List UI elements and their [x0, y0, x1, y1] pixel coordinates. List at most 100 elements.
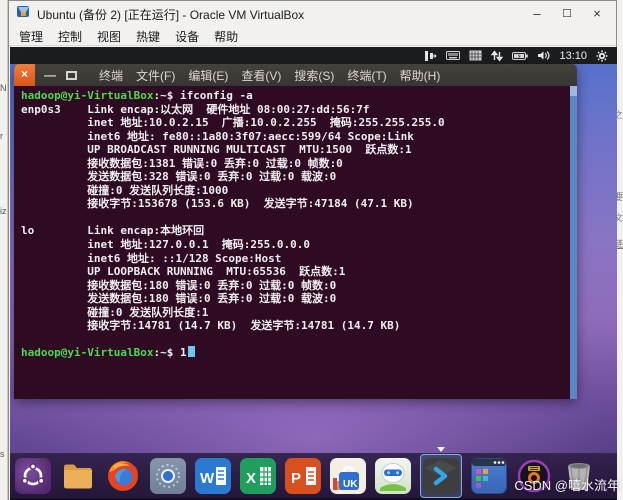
window-switcher-icon[interactable] — [471, 458, 507, 494]
terminal-menu-item[interactable]: 编辑(E) — [188, 67, 228, 84]
maximize-button[interactable]: ☐ — [552, 3, 582, 25]
terminal-output[interactable]: hadoop@yi-VirtualBox:~$ ifconfig -aenp0s… — [14, 86, 570, 399]
terminal-text: 接收数据包:1381 错误:0 丢弃:0 过载:0 帧数:0 — [21, 157, 343, 170]
terminal-menu-item[interactable]: 搜索(S) — [294, 67, 334, 84]
virtualbox-logo-icon — [16, 4, 31, 24]
host-text-fragment: 要 — [617, 190, 623, 203]
terminal-maximize-button[interactable] — [66, 71, 77, 80]
terminal-text: 接收字节:153678 (153.6 KB) 发送字节:47184 (47.1 … — [21, 197, 414, 210]
terminal-line: UP LOOPBACK RUNNING MTU:65536 跃点数:1 — [21, 265, 570, 279]
keyboard-grid-icon[interactable] — [469, 50, 482, 61]
terminal-close-button[interactable]: × — [14, 64, 35, 86]
vm-screen: 13:10 × — 终端文件(F)编辑(E — [10, 47, 617, 500]
scanner-app-icon[interactable] — [150, 458, 186, 494]
terminal-text: 发送数据包:180 错误:0 丢弃:0 过载:0 载波:0 — [21, 292, 336, 305]
host-text-fragment: iz — [0, 206, 7, 216]
vbox-menu-item[interactable]: 视图 — [97, 28, 121, 45]
terminal-line: 接收字节:14781 (14.7 KB) 发送字节:14781 (14.7 KB… — [21, 319, 570, 333]
kylin-assistant-icon[interactable] — [375, 458, 411, 494]
terminal-text: 发送数据包:328 错误:0 丢弃:0 过载:0 载波:0 — [21, 170, 336, 183]
terminal-line: hadoop@yi-VirtualBox:~$ ifconfig -a — [21, 89, 570, 103]
vbox-menu-item[interactable]: 帮助 — [214, 28, 238, 45]
host-text-fragment: 链 — [617, 237, 623, 250]
terminal-text: 接收数据包:180 错误:0 丢弃:0 过载:0 帧数:0 — [21, 279, 336, 292]
minimize-button[interactable]: – — [522, 3, 552, 25]
ubuntu-top-panel: 13:10 — [10, 47, 617, 64]
terminal-cursor — [188, 346, 195, 357]
terminal-menu-item[interactable]: 文件(F) — [136, 67, 175, 84]
terminal-line: enp0s3 Link encap:以太网 硬件地址 08:00:27:dd:5… — [21, 103, 570, 117]
terminal-line: 碰撞:0 发送队列长度:1 — [21, 306, 570, 320]
session-gear-icon[interactable] — [596, 50, 608, 62]
terminal-text: 碰撞:0 发送队列长度:1 — [21, 306, 208, 319]
terminal-text: UP LOOPBACK RUNNING MTU:65536 跃点数:1 — [21, 265, 345, 278]
vbox-menubar: 管理控制视图热键设备帮助 — [9, 27, 616, 46]
vbox-menu-item[interactable]: 设备 — [175, 28, 199, 45]
terminal-line — [21, 211, 570, 225]
terminal-titlebar: × — 终端文件(F) 编辑(E) 查看(V) 搜索(S) 终端(T) 帮助(H) — [14, 64, 577, 86]
terminal-line: 发送数据包:328 错误:0 丢弃:0 过载:0 载波:0 — [21, 170, 570, 184]
ubuntu-dash-icon[interactable] — [15, 458, 51, 494]
terminal-text: inet 地址:10.0.2.15 广播:10.0.2.255 掩码:255.2… — [21, 116, 445, 129]
volume-icon[interactable] — [537, 50, 550, 61]
keyboard-icon[interactable] — [446, 50, 460, 61]
screenshot-stage: Nr iz s 之要文链 Ubuntu (备份 2) [正在运行] - Oracle… — [0, 0, 623, 500]
terminal-line: inet6 地址: ::1/128 Scope:Host — [21, 252, 570, 266]
wps-presentation-icon[interactable]: P — [285, 458, 321, 494]
firefox-icon[interactable] — [105, 458, 141, 494]
software-center-label: UK — [343, 479, 358, 490]
terminal-line: 接收字节:153678 (153.6 KB) 发送字节:47184 (47.1 … — [21, 197, 570, 211]
terminal-prompt: hadoop@yi-VirtualBox — [21, 346, 153, 359]
terminal-text: enp0s3 Link encap:以太网 硬件地址 08:00:27:dd:5… — [21, 103, 370, 116]
window-title: Ubuntu (备份 2) [正在运行] - Oracle VM Virtual… — [37, 6, 522, 23]
terminal-line: 发送数据包:180 错误:0 丢弃:0 过载:0 载波:0 — [21, 292, 570, 306]
virtualbox-window: Ubuntu (备份 2) [正在运行] - Oracle VM Virtual… — [8, 0, 617, 500]
vbox-menu-item[interactable]: 管理 — [19, 28, 43, 45]
terminal-scrollbar[interactable] — [570, 86, 577, 399]
terminal-line: 碰撞:0 发送队列长度:1000 — [21, 184, 570, 198]
input-method-icon[interactable] — [424, 50, 437, 62]
vbox-menu-item[interactable]: 热键 — [136, 28, 160, 45]
svg-text:X: X — [246, 470, 256, 487]
host-text-fragment: N — [0, 83, 7, 93]
terminal-text: 接收字节:14781 (14.7 KB) 发送字节:14781 (14.7 KB… — [21, 319, 400, 332]
network-arrows-icon[interactable] — [491, 50, 503, 62]
terminal-minimize-button[interactable]: — — [44, 65, 56, 85]
terminal-line: lo Link encap:本地环回 — [21, 224, 570, 238]
terminal-line: UP BROADCAST RUNNING MULTICAST MTU:1500 … — [21, 143, 570, 157]
terminal-text: inet6 地址: fe80::1a80:3f07:aecc:599/64 Sc… — [21, 130, 414, 143]
terminal-menu-item[interactable]: 终端 — [99, 67, 123, 84]
virtualbox-titlebar: Ubuntu (备份 2) [正在运行] - Oracle VM Virtual… — [9, 1, 616, 27]
vbox-menu-item[interactable]: 控制 — [58, 28, 82, 45]
file-manager-icon[interactable] — [60, 458, 96, 494]
terminal-menu-item[interactable]: 帮助(H) — [400, 67, 441, 84]
terminal-line: 接收数据包:1381 错误:0 丢弃:0 过载:0 帧数:0 — [21, 157, 570, 171]
host-text-fragment: 文 — [617, 211, 623, 224]
terminal-window: × — 终端文件(F) 编辑(E) 查看(V) 搜索(S) 终端(T) 帮助(H) had… — [14, 64, 577, 399]
host-text-fragment: 之 — [617, 108, 623, 121]
terminal-dock-icon[interactable] — [420, 454, 462, 498]
software-center-icon[interactable]: UK — [330, 458, 366, 494]
watermark: CSDN @嘻水流年 — [514, 475, 620, 494]
terminal-text: lo Link encap:本地环回 — [21, 224, 204, 237]
terminal-line: inet 地址:127.0.0.1 掩码:255.0.0.0 — [21, 238, 570, 252]
host-background-right: 之要文链 — [617, 0, 623, 500]
terminal-text: inet6 地址: ::1/128 Scope:Host — [21, 252, 281, 265]
terminal-menu-item[interactable]: 终端(T) — [347, 67, 386, 84]
terminal-prompt: hadoop@yi-VirtualBox — [21, 89, 153, 102]
terminal-text: UP BROADCAST RUNNING MULTICAST MTU:1500 … — [21, 143, 412, 156]
battery-icon[interactable] — [512, 51, 528, 61]
terminal-line — [21, 333, 570, 347]
svg-text:W: W — [200, 470, 215, 487]
wps-spreadsheet-icon[interactable]: X — [240, 458, 276, 494]
terminal-line: 接收数据包:180 错误:0 丢弃:0 过载:0 帧数:0 — [21, 279, 570, 293]
terminal-text — [21, 333, 28, 346]
wps-writer-icon[interactable]: W — [195, 458, 231, 494]
terminal-menubar: 终端文件(F) 编辑(E) 查看(V) 搜索(S) 终端(T) 帮助(H) — [99, 67, 440, 84]
close-button[interactable]: × — [582, 3, 612, 25]
host-text-fragment: s — [0, 449, 5, 459]
terminal-line: hadoop@yi-VirtualBox:~$ 1 — [21, 346, 570, 360]
terminal-menu-item[interactable]: 查看(V) — [241, 67, 281, 84]
host-text-fragment: r — [0, 131, 3, 141]
clock[interactable]: 13:10 — [559, 50, 587, 62]
